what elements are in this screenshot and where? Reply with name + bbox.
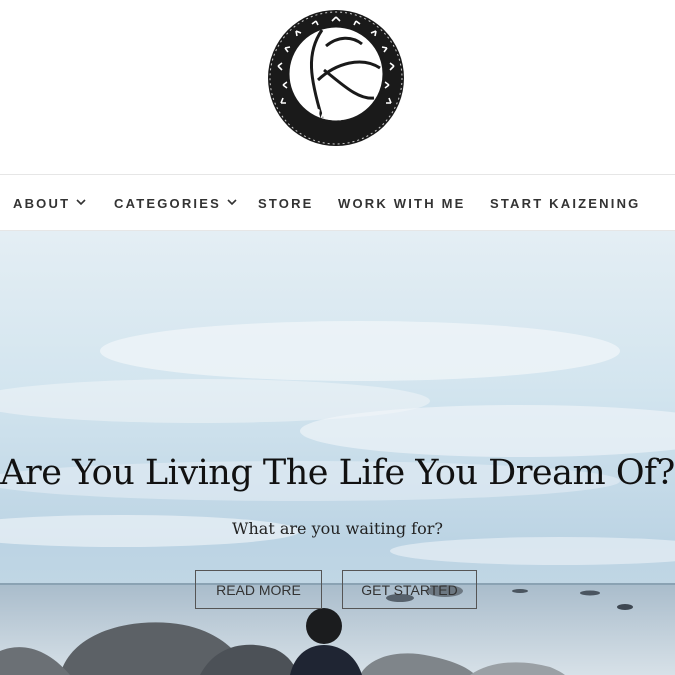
nav-item-label: START KAIZENING (490, 195, 641, 211)
nav-item-store[interactable]: STORE (258, 175, 314, 231)
main-nav: ABOUT CATEGORIES STORE WORK WITH ME STAR… (0, 174, 675, 231)
nav-item-label: WORK WITH ME (338, 195, 466, 211)
get-started-button[interactable]: GET STARTED (342, 570, 477, 609)
nav-item-start-kaizening[interactable]: START KAIZENING (490, 175, 640, 231)
nav-item-label: ABOUT (13, 195, 71, 211)
kaizening-emblem-icon: KAIZENING (268, 10, 404, 146)
hero-subtitle: What are you waiting for? (232, 519, 443, 538)
nav-item-label: CATEGORIES (114, 195, 221, 211)
nav-item-about[interactable]: ABOUT (13, 175, 86, 231)
nav-item-work-with-me[interactable]: WORK WITH ME (338, 175, 466, 231)
nav-item-label: STORE (258, 195, 314, 211)
site-header: KAIZENING (0, 0, 675, 175)
read-more-button[interactable]: READ MORE (195, 570, 322, 609)
chevron-down-icon (76, 197, 86, 207)
nav-item-categories[interactable]: CATEGORIES (114, 175, 237, 231)
hero-banner: Are You Living The Life You Dream Of? Wh… (0, 231, 675, 675)
site-logo[interactable]: KAIZENING (266, 8, 406, 148)
chevron-down-icon (227, 197, 237, 207)
hero-title: Are You Living The Life You Dream Of? (0, 453, 675, 493)
